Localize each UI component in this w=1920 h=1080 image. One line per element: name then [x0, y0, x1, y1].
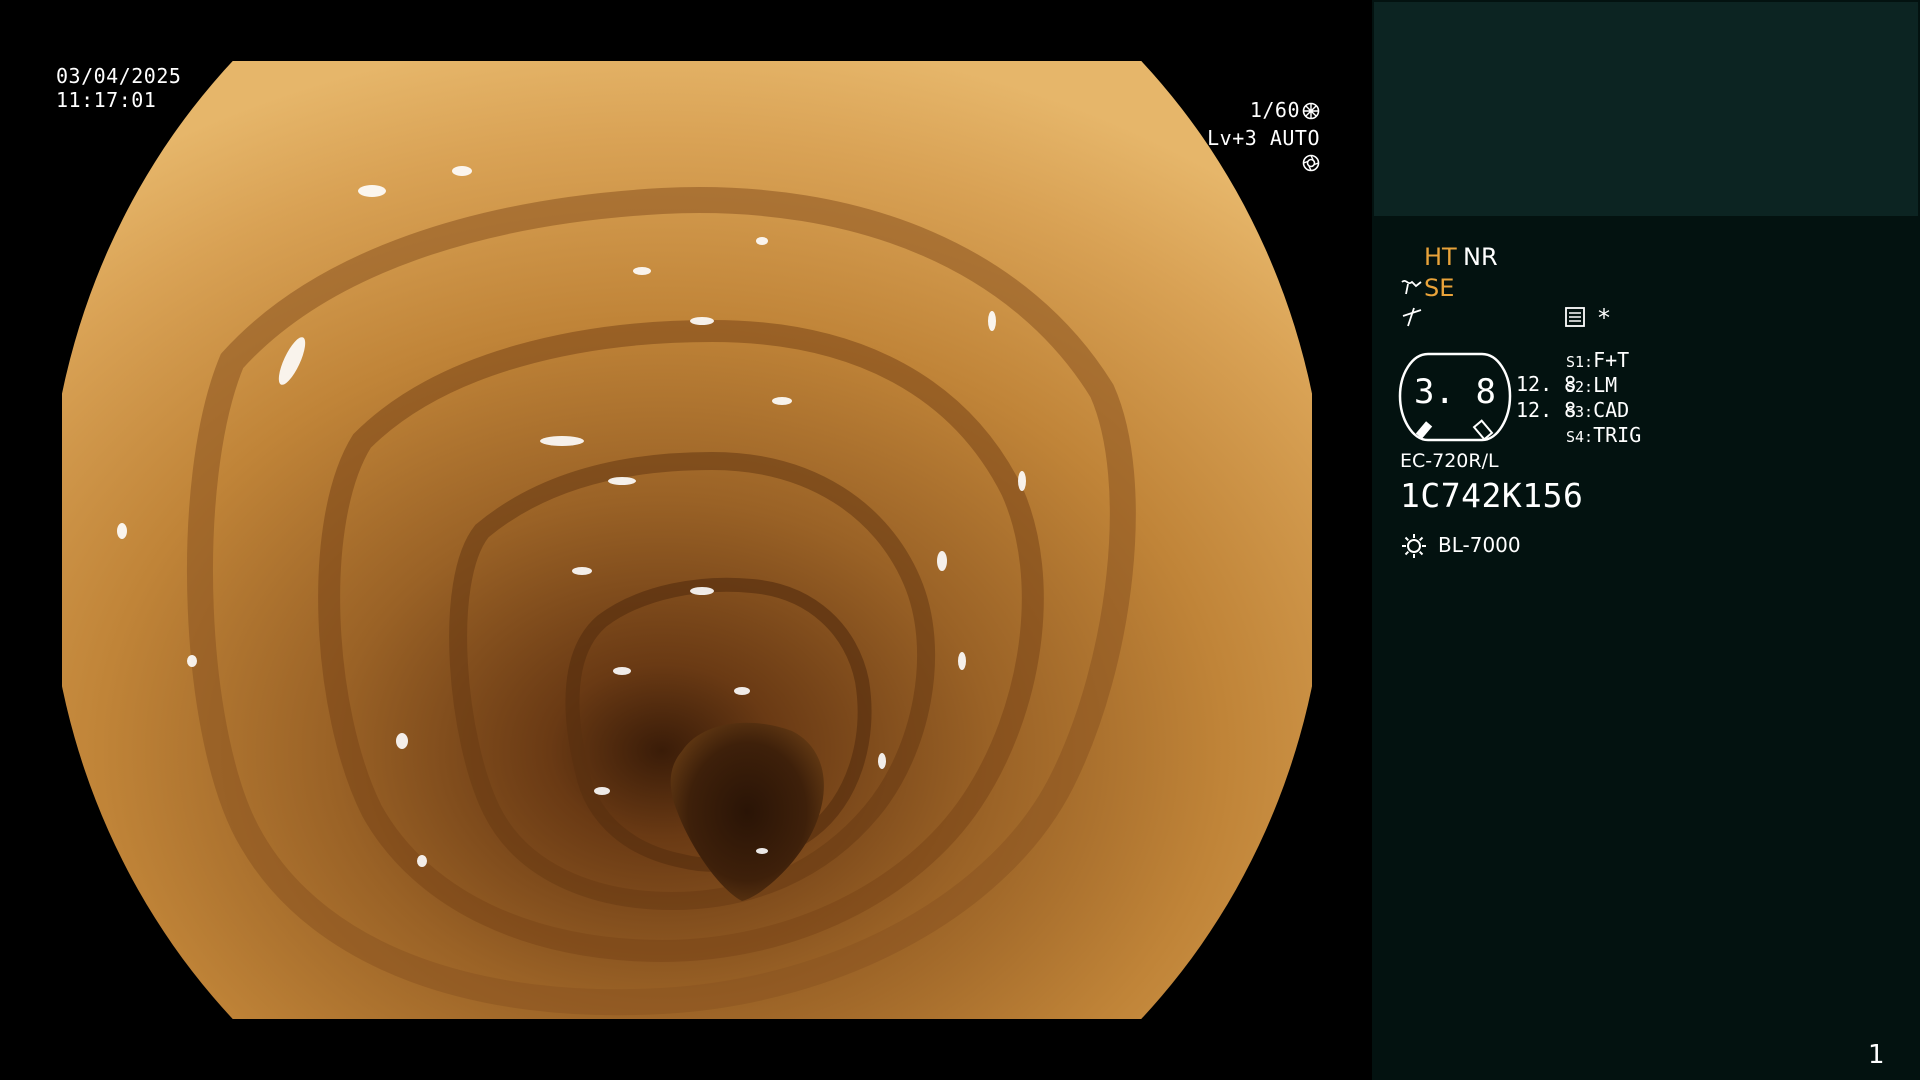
setting-s4: S4:TRIG: [1566, 423, 1641, 450]
ht-indicator: HT: [1424, 243, 1457, 271]
time-text: 11:17:01: [56, 88, 157, 112]
patient-info-area: [1374, 2, 1918, 216]
memo-icon: [1565, 307, 1585, 327]
shutter-readout: 1/60: [1195, 98, 1320, 122]
nr-indicator: NR: [1463, 243, 1498, 271]
setting-key: S1:: [1566, 353, 1594, 371]
date-text: 03/04/2025: [56, 64, 182, 88]
level-text: Lv+3 AUTO: [1207, 126, 1320, 150]
colon-lumen-image: [62, 61, 1312, 1019]
setting-s3: S3:CAD: [1566, 398, 1629, 425]
setting-key: S3:: [1566, 403, 1594, 421]
page-number: 1: [1868, 1040, 1885, 1070]
date-time-display: 03/04/2025 11:17:01: [56, 64, 181, 112]
light-source: BL-7000: [1438, 533, 1521, 557]
scope-serial: 1C742K156: [1400, 476, 1584, 515]
gauge-value: 3. 8: [1414, 372, 1496, 412]
star-indicator: *: [1598, 304, 1610, 332]
se-indicator: SE: [1424, 274, 1455, 302]
iris-readout: Lv+3 AUTO: [1195, 126, 1320, 174]
sun-icon: [1402, 534, 1426, 558]
setting-value: F+T: [1593, 348, 1630, 372]
setting-s1: S1:F+T: [1566, 348, 1629, 375]
iris-icon: [1302, 154, 1320, 172]
setting-key: S4:: [1566, 428, 1594, 446]
structure-enhance-icon: [1401, 279, 1422, 295]
edge-enhance-icon: [1402, 307, 1422, 327]
setting-value: TRIG: [1593, 423, 1642, 447]
shutter-text: 1/60: [1249, 98, 1300, 122]
setting-key: S2:: [1566, 378, 1594, 396]
setting-s2: S2:LM: [1566, 373, 1617, 400]
setting-value: CAD: [1593, 398, 1630, 422]
scope-model: EC-720R/L: [1400, 450, 1499, 472]
endoscopic-image: [62, 61, 1312, 1019]
setting-value: LM: [1593, 373, 1618, 397]
aperture-icon: [1302, 102, 1320, 120]
